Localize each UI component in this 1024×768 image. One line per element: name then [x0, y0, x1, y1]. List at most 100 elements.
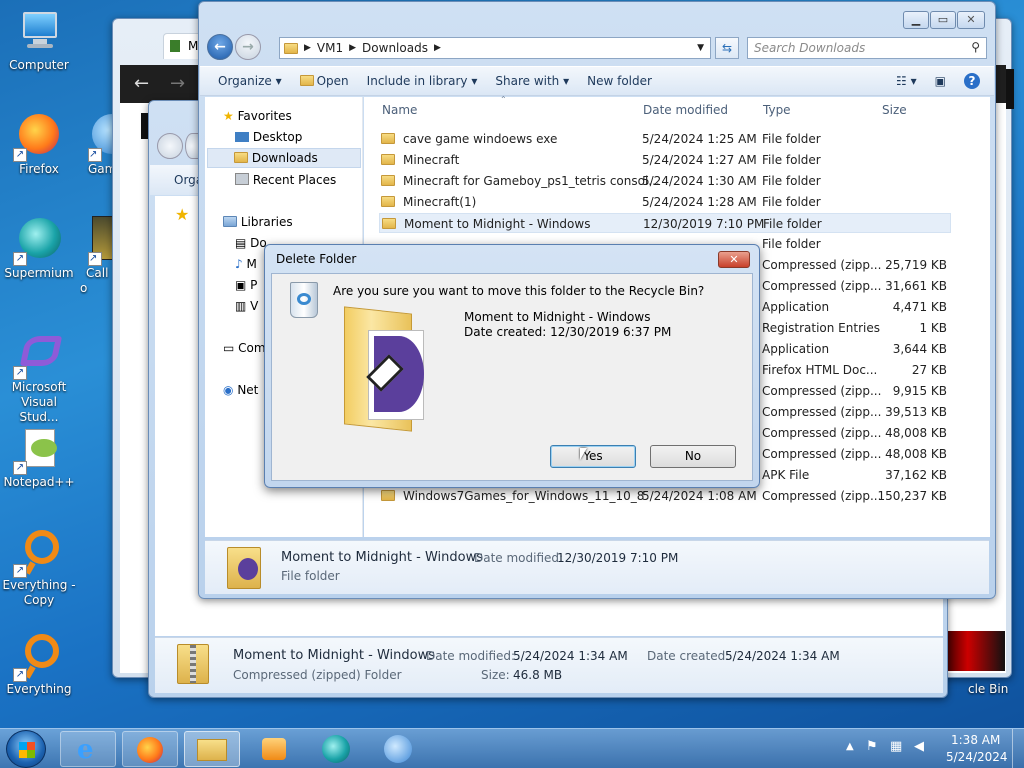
flag-icon[interactable]: ⚑ — [866, 739, 878, 754]
taskbar-firefox[interactable] — [122, 731, 178, 767]
nav-music[interactable]: ♪ M — [235, 257, 257, 271]
network-icon: ◉ — [223, 383, 234, 397]
file-row[interactable]: Minecraft(1) 5/24/2024 1:28 AM File folder — [379, 192, 951, 212]
preview-pane-icon[interactable]: ▣ — [935, 74, 946, 88]
sort-up-icon: ⌃ — [500, 95, 507, 104]
clock-date[interactable]: 5/24/2024 — [946, 750, 1008, 764]
help-icon[interactable]: ? — [964, 73, 980, 89]
forward-nav-button[interactable] — [185, 133, 199, 159]
file-row[interactable]: Minecraft 5/24/2024 1:27 AM File folder — [379, 150, 951, 170]
back-button[interactable]: ← — [207, 34, 233, 60]
taskbar-media-player[interactable] — [246, 731, 302, 767]
desktop-icon-supermium[interactable]: ↗ Supermium — [0, 216, 78, 281]
desktop-icon-label: Everything — [6, 682, 72, 696]
details-modified: 5/24/2024 1:34 AM — [513, 649, 628, 663]
network-tray-icon[interactable]: ▦ — [890, 739, 902, 754]
recent-places-icon — [235, 173, 249, 185]
nav-libraries[interactable]: Libraries — [223, 215, 293, 229]
dialog-item-name: Moment to Midnight - Windows — [464, 310, 651, 324]
desktop-icon-notepadpp[interactable]: ↗ Notepad++ — [0, 425, 78, 490]
desktop-icon-call-of-duty[interactable]: ↗ Call o — [80, 216, 116, 296]
breadcrumb-downloads[interactable]: Downloads — [362, 41, 428, 55]
desktop-icon-everything[interactable]: ↗ Everything — [0, 632, 78, 697]
desktop-icon-computer[interactable]: Computer — [0, 8, 78, 73]
delete-folder-dialog[interactable]: Delete Folder ✕ Are you sure you want to… — [264, 244, 760, 488]
file-row[interactable]: Minecraft for Gameboy_ps1_tetris consol.… — [379, 171, 951, 191]
nav-label: Favorites — [237, 109, 292, 123]
back-arrow-icon[interactable]: ← — [134, 73, 149, 94]
include-label: Include in library — [366, 74, 468, 88]
taskbar-supermium[interactable] — [308, 731, 364, 767]
view-options-icon[interactable]: ☷ ▾ — [896, 74, 917, 88]
nav-desktop[interactable]: Desktop — [235, 130, 302, 144]
media-player-icon — [262, 738, 286, 760]
nav-computer[interactable]: ▭ Com — [223, 341, 266, 355]
back-nav-button[interactable] — [157, 133, 183, 159]
maximize-button[interactable]: ▭ — [930, 11, 956, 29]
file-size: 48,008 KB — [885, 447, 947, 461]
share-with-menu[interactable]: Share with ▾ — [495, 74, 569, 88]
nav-network[interactable]: ◉ Net — [223, 383, 258, 397]
include-in-library-menu[interactable]: Include in library ▾ — [367, 74, 478, 88]
shortcut-arrow-icon: ↗ — [13, 148, 27, 162]
no-button[interactable]: No — [650, 445, 736, 468]
nav-favorites[interactable]: ★ Favorites — [223, 109, 292, 123]
nav-recent-places[interactable]: Recent Places — [235, 173, 336, 187]
dialog-title: Delete Folder — [276, 252, 357, 266]
new-folder-button[interactable]: New folder — [587, 74, 652, 88]
forward-arrow-icon[interactable]: → — [170, 73, 185, 94]
column-header-type[interactable]: Type — [763, 103, 791, 117]
recycle-bin-label[interactable]: cle Bin — [968, 682, 1008, 696]
supermium-icon: ↗ — [13, 216, 63, 266]
desktop-icon-firefox[interactable]: ↗ Firefox — [0, 112, 78, 177]
open-button[interactable]: Open — [299, 74, 349, 88]
show-desktop-button[interactable] — [1012, 729, 1024, 768]
file-type: Compressed (zipp... — [762, 384, 882, 398]
taskbar-explorer[interactable] — [184, 731, 240, 767]
minimize-button[interactable]: ▁ — [903, 11, 929, 29]
file-date-modified: 12/30/2019 7:10 PM — [643, 217, 765, 231]
desktop-icon-everything-copy[interactable]: ↗ Everything - Copy — [0, 528, 78, 608]
column-header-size[interactable]: Size — [882, 103, 907, 117]
nav-videos[interactable]: ▥ V — [235, 299, 258, 313]
recycle-bin-icon — [290, 282, 318, 318]
column-header-name[interactable]: Name — [382, 103, 417, 117]
file-row[interactable]: cave game windoews exe 5/24/2024 1:25 AM F… — [379, 129, 951, 149]
nav-pictures[interactable]: ▣ P — [235, 278, 257, 292]
file-type: Compressed (zipp... — [762, 258, 882, 272]
address-bar[interactable]: ▶ VM1 ▶ Downloads ▶ ▼ — [279, 37, 711, 59]
nav-downloads[interactable]: Downloads — [207, 148, 361, 168]
back-star-icon: ★ — [175, 205, 190, 224]
desktop-icon-label: Microsoft Visual Stud... — [11, 380, 67, 424]
taskbar-app[interactable] — [370, 731, 426, 767]
taskbar-ie[interactable]: e — [60, 731, 116, 767]
volume-icon[interactable]: ◀ — [914, 739, 924, 754]
clock-time[interactable]: 1:38 AM — [951, 733, 1000, 747]
browser-tab[interactable]: M — [163, 33, 203, 59]
column-header-date[interactable]: Date modified — [643, 103, 728, 117]
desktop-icon-visual-studio[interactable]: ↗ Microsoft Visual Stud... — [0, 330, 78, 425]
address-dropdown-icon[interactable]: ▼ — [697, 43, 704, 53]
yes-button[interactable]: Yes — [550, 445, 636, 468]
organize-menu[interactable]: Organize ▾ — [218, 74, 282, 88]
file-name: Windows7Games_for_Windows_11_10_8 — [403, 489, 645, 503]
dialog-close-button[interactable]: ✕ — [718, 251, 750, 268]
show-hidden-icons-icon[interactable]: ▲ — [846, 741, 854, 752]
nav-label: Downloads — [251, 151, 318, 165]
page-image-partial — [943, 631, 1005, 671]
videos-icon: ▥ — [235, 299, 247, 313]
nav-documents[interactable]: ▤ Do — [235, 236, 267, 250]
close-button[interactable]: ✕ — [957, 11, 985, 29]
file-row[interactable]: Moment to Midnight - Windows 12/30/2019 7… — [379, 213, 951, 233]
share-label: Share with — [495, 74, 560, 88]
start-button[interactable] — [6, 730, 46, 768]
desktop-icon-label: Everything - Copy — [2, 578, 76, 607]
details-type: Compressed (zipped) Folder — [233, 668, 402, 682]
file-size: 150,237 KB — [877, 489, 947, 503]
breadcrumb-vm1[interactable]: VM1 — [317, 41, 343, 55]
computer-icon — [15, 8, 63, 56]
search-input[interactable]: Search Downloads ⚲ — [747, 37, 987, 59]
refresh-button[interactable]: ⇆ — [715, 37, 739, 59]
forward-button[interactable]: → — [235, 34, 261, 60]
file-row[interactable]: Windows7Games_for_Windows_11_10_8 5/24/20… — [379, 486, 951, 506]
